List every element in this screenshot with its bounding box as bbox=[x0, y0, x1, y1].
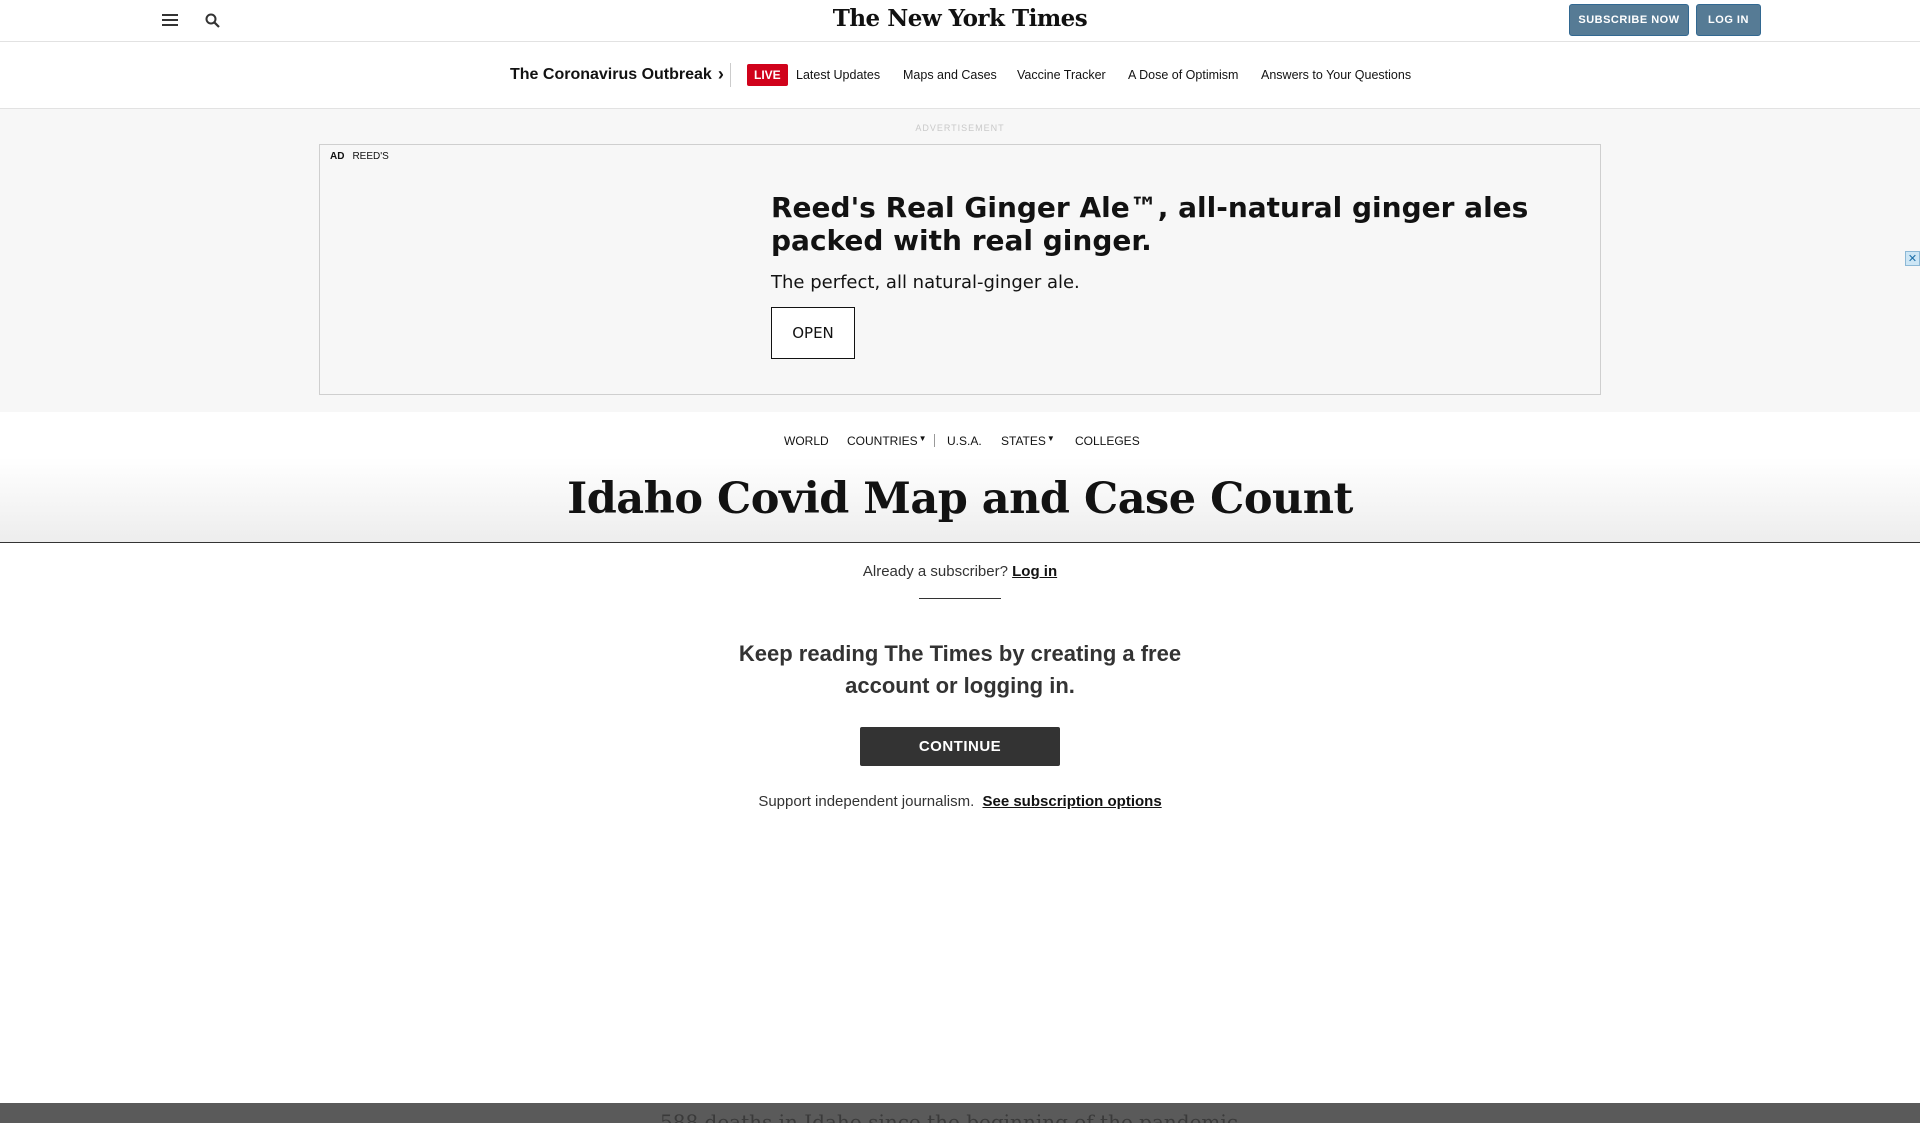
article-text-peek: 588 deaths in Idaho since the beginning … bbox=[660, 1110, 1238, 1123]
chevron-right-icon: › bbox=[717, 64, 724, 84]
ad-advertiser: REED'S bbox=[352, 151, 389, 162]
section-link-usa[interactable]: U.S.A. bbox=[947, 434, 982, 448]
section-link-states-label: STATES bbox=[1001, 434, 1046, 448]
nav-link-dose-of-optimism[interactable]: A Dose of Optimism bbox=[1128, 68, 1238, 82]
nav-link-vaccine-tracker[interactable]: Vaccine Tracker bbox=[1017, 68, 1106, 82]
coronavirus-outbreak-link[interactable]: The Coronavirus Outbreak › bbox=[510, 64, 724, 85]
section-link-countries-label: COUNTRIES bbox=[847, 434, 918, 448]
ad-marker: AD bbox=[330, 151, 345, 162]
gate-headline: Keep reading The Times by creating a fre… bbox=[738, 641, 1182, 698]
live-badge: LIVE bbox=[747, 64, 788, 86]
nav-link-answers[interactable]: Answers to Your Questions bbox=[1261, 68, 1411, 82]
section-divider bbox=[934, 434, 935, 447]
already-subscriber-text: Already a subscriber? bbox=[862, 563, 1008, 580]
caret-down-icon: ▼ bbox=[918, 434, 927, 443]
login-button[interactable]: LOG IN bbox=[1696, 4, 1761, 36]
coronavirus-nav: The Coronavirus Outbreak › LIVE Latest U… bbox=[0, 43, 1920, 109]
support-line: Support independent journalism. See subs… bbox=[0, 793, 1920, 810]
subscribe-button[interactable]: SUBSCRIBE NOW bbox=[1569, 4, 1689, 36]
gate-login-link[interactable]: Log in bbox=[1012, 563, 1057, 580]
nav-link-maps-and-cases[interactable]: Maps and Cases bbox=[903, 68, 997, 82]
section-header: WORLD COUNTRIES▼ U.S.A. STATES▼ COLLEGES… bbox=[0, 412, 1920, 543]
support-text: Support independent journalism. bbox=[758, 793, 975, 810]
section-link-states[interactable]: STATES▼ bbox=[1001, 434, 1055, 448]
continue-button[interactable]: CONTINUE bbox=[860, 727, 1060, 766]
top-bar: The New York Times SUBSCRIBE NOW LOG IN bbox=[0, 0, 1920, 42]
ad-subtext: The perfect, all natural-ginger ale. bbox=[771, 272, 1080, 293]
page-title: Idaho Covid Map and Case Count bbox=[567, 474, 1353, 524]
section-link-countries[interactable]: COUNTRIES▼ bbox=[847, 434, 927, 448]
caret-down-icon: ▼ bbox=[1046, 434, 1055, 443]
already-subscriber: Already a subscriber? Log in bbox=[0, 563, 1920, 580]
section-link-colleges[interactable]: COLLEGES bbox=[1075, 434, 1140, 448]
coronavirus-outbreak-label: The Coronavirus Outbreak bbox=[510, 65, 712, 83]
gate-divider bbox=[919, 598, 1001, 599]
nav-link-latest-updates[interactable]: Latest Updates bbox=[796, 68, 880, 82]
bottom-overlay: 588 deaths in Idaho since the beginning … bbox=[0, 1103, 1920, 1123]
ad-tag: AD REED'S bbox=[330, 151, 389, 162]
nav-divider bbox=[730, 63, 731, 87]
advertisement-zone: ADVERTISEMENT AD REED'S Reed's Real Ging… bbox=[0, 109, 1920, 412]
ad-open-button[interactable]: OPEN bbox=[771, 307, 855, 359]
ad-banner[interactable]: AD REED'S Reed's Real Ginger Ale™, all-n… bbox=[319, 144, 1601, 395]
advertisement-label: ADVERTISEMENT bbox=[915, 123, 1005, 133]
section-link-world[interactable]: WORLD bbox=[784, 434, 829, 448]
subscription-options-link[interactable]: See subscription options bbox=[982, 793, 1161, 810]
ad-close-icon[interactable]: ✕ bbox=[1905, 251, 1920, 266]
ad-headline: Reed's Real Ginger Ale™, all-natural gin… bbox=[771, 191, 1529, 257]
